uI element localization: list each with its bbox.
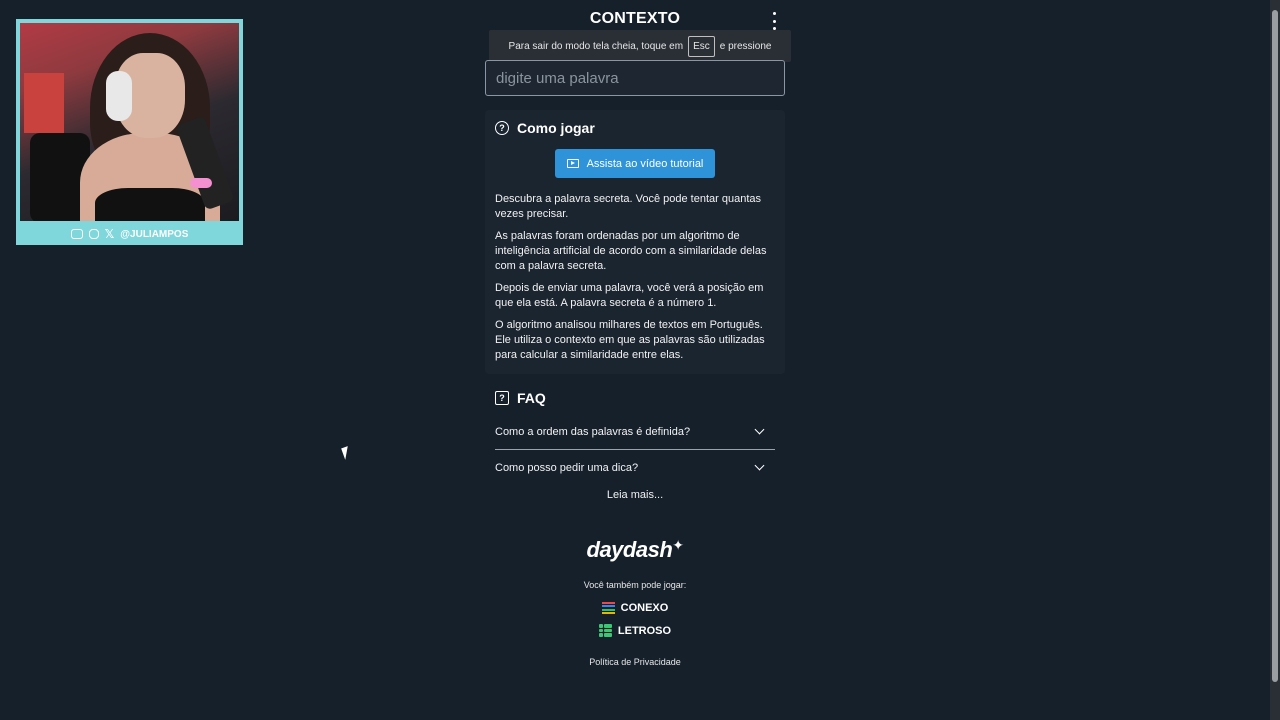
faq-title: FAQ — [517, 390, 546, 406]
read-more-link[interactable]: Leia mais... — [560, 489, 710, 501]
page-scrollbar[interactable] — [1270, 0, 1280, 720]
privacy-policy-link[interactable]: Política de Privacidade — [560, 657, 710, 667]
how-to-play-title: Como jogar — [517, 120, 595, 136]
sparkle-icon: ✦ — [672, 537, 684, 553]
faq-question: Como posso pedir uma dica? — [495, 461, 639, 474]
faq-header: ? FAQ — [495, 390, 775, 406]
watch-tutorial-button[interactable]: Assista ao vídeo tutorial — [555, 149, 715, 178]
chevron-down-icon — [754, 460, 765, 471]
logo-text: daydash — [586, 537, 673, 562]
social-handle: @JULIAMPOS — [120, 228, 189, 240]
chevron-down-icon — [754, 424, 765, 435]
mouse-cursor-icon — [341, 446, 352, 460]
video-play-icon — [566, 159, 579, 168]
x-icon: 𝕏 — [104, 227, 115, 241]
toast-text-after: e pressione — [719, 40, 772, 52]
how-to-play-card: ? Como jogar Assista ao vídeo tutorial D… — [485, 110, 785, 374]
how-to-play-header: ? Como jogar — [495, 120, 775, 136]
esc-key-badge: Esc — [688, 35, 715, 57]
also-play-label: Você também pode jogar: — [583, 580, 687, 590]
scrollbar-thumb[interactable] — [1272, 10, 1278, 682]
webcam-video — [20, 23, 239, 221]
youtube-icon — [70, 229, 83, 239]
letroso-link[interactable]: LETROSO — [560, 624, 710, 637]
letroso-icon — [598, 624, 612, 637]
conexo-link[interactable]: CONEXO — [560, 602, 710, 614]
how-to-play-paragraph: O algoritmo analisou milhares de textos … — [495, 319, 765, 361]
how-to-play-paragraph: Depois de enviar uma palavra, você verá … — [495, 282, 764, 309]
faq-item-hint[interactable]: Como posso pedir uma dica? — [495, 450, 775, 485]
how-to-play-paragraph: As palavras foram ordenadas por um algor… — [495, 230, 767, 272]
more-menu-icon[interactable] — [767, 12, 781, 30]
how-to-play-text: Descubra a palavra secreta. Você pode te… — [495, 192, 775, 370]
faq-item-word-order[interactable]: Como a ordem das palavras é definida? — [495, 414, 775, 450]
webcam-social-bar: 𝕏 @JULIAMPOS — [16, 223, 243, 245]
how-to-play-paragraph: Descubra a palavra secreta. Você pode te… — [495, 193, 762, 220]
app-title: CONTEXTO — [589, 10, 681, 27]
faq-question: Como a ordem das palavras é definida? — [495, 425, 691, 438]
letroso-label: LETROSO — [617, 624, 672, 637]
toast-text-before: Para sair do modo tela cheia, toque em — [508, 40, 684, 52]
watch-tutorial-label: Assista ao vídeo tutorial — [586, 157, 704, 170]
word-input[interactable] — [485, 60, 785, 96]
conexo-label: CONEXO — [620, 602, 669, 614]
faq-section: ? FAQ Como a ordem das palavras é defini… — [495, 390, 775, 485]
question-circle-icon: ? — [495, 121, 509, 135]
question-square-icon: ? — [495, 391, 509, 405]
webcam-overlay: 𝕏 @JULIAMPOS — [16, 19, 243, 245]
daydash-logo[interactable]: daydash✦ — [570, 537, 700, 563]
instagram-icon — [88, 229, 99, 239]
conexo-icon — [601, 602, 615, 614]
fullscreen-toast: Para sair do modo tela cheia, toque em E… — [489, 30, 791, 62]
